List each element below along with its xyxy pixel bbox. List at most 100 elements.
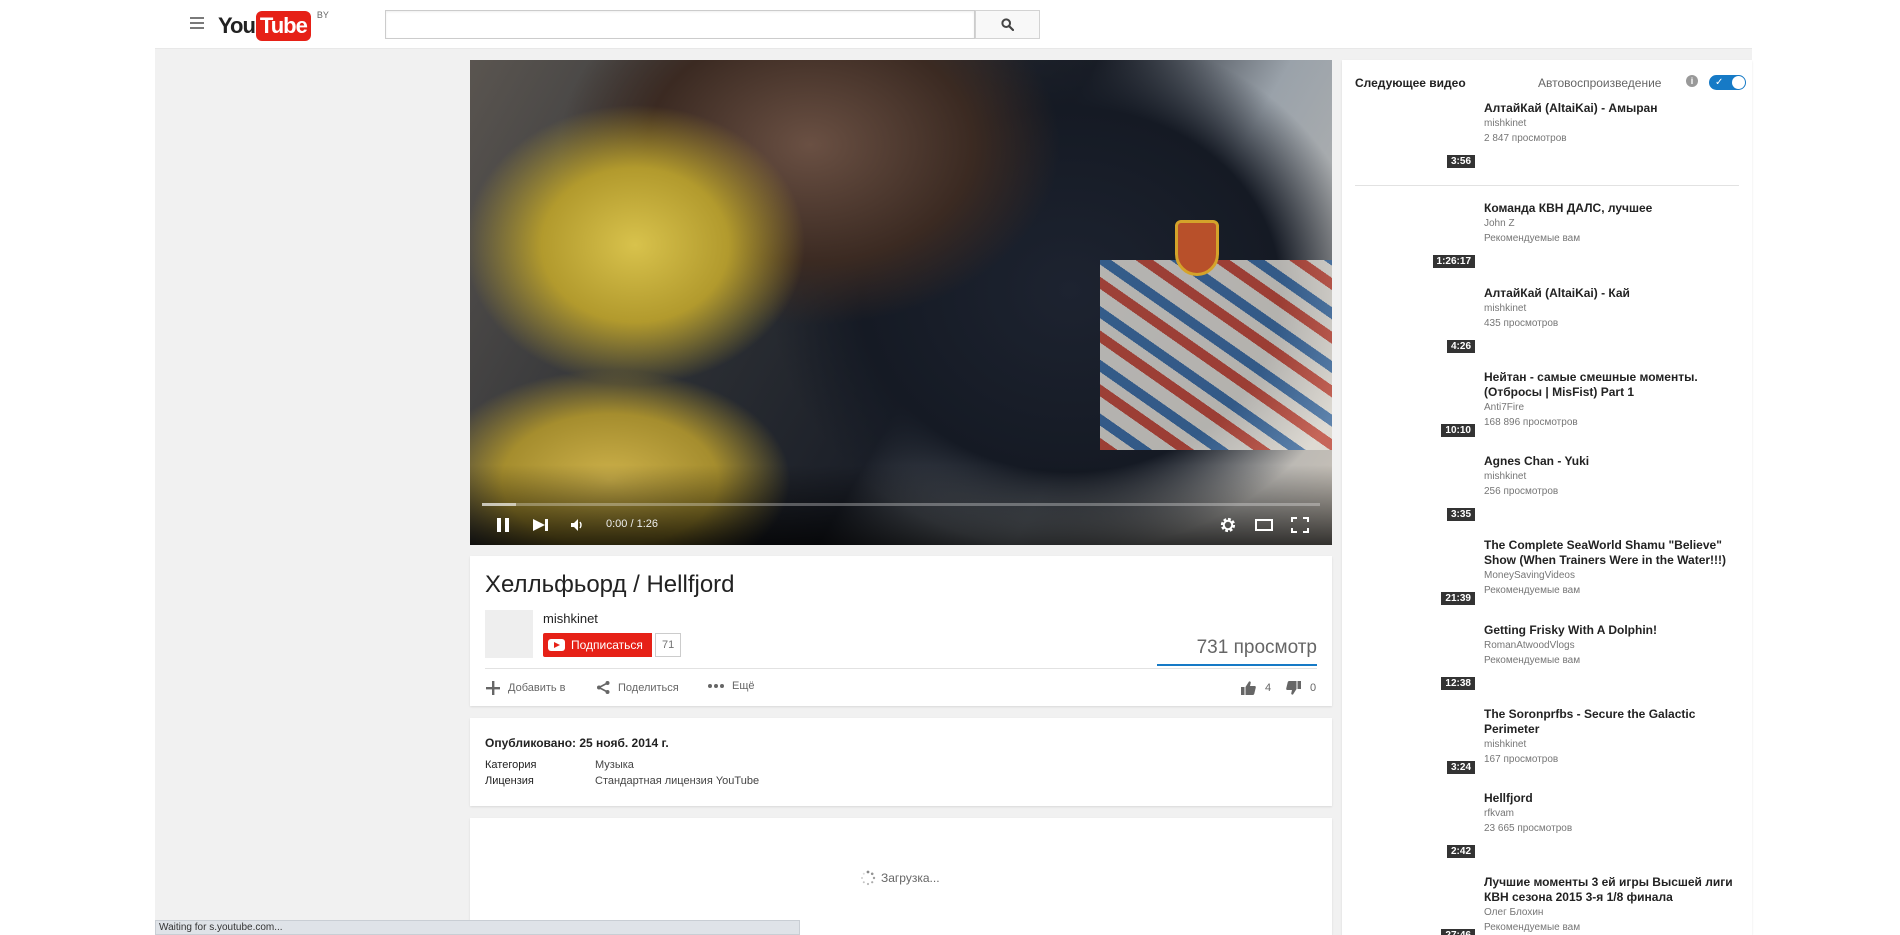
share-button[interactable]: Поделиться: [596, 680, 679, 695]
video-thumbnail[interactable]: 3:24: [1355, 707, 1475, 774]
video-thumbnail[interactable]: 21:39: [1355, 538, 1475, 605]
spinner-icon: [861, 870, 876, 886]
info-icon[interactable]: i: [1686, 75, 1698, 87]
related-video-channel: RomanAtwoodVlogs: [1484, 640, 1575, 651]
related-video-meta: 2 847 просмотров: [1484, 133, 1567, 144]
fullscreen-button[interactable]: [1289, 514, 1311, 536]
browser-status-bar: Waiting for s.youtube.com...: [155, 920, 800, 935]
publish-date: Опубликовано: 25 нояб. 2014 г.: [485, 736, 669, 750]
category-value[interactable]: Музыка: [595, 759, 634, 771]
youtube-play-icon: [548, 639, 565, 651]
thumbs-up-icon: [1241, 681, 1256, 695]
comments-loading: Загрузка...: [860, 870, 940, 886]
time-display: 0:00 / 1:26: [606, 518, 658, 530]
volume-icon: [571, 519, 582, 531]
related-video-meta: Рекомендуемые вам: [1484, 655, 1581, 666]
video-frame-pattern: [1100, 260, 1332, 450]
related-video-meta: 167 просмотров: [1484, 754, 1559, 765]
related-video-title[interactable]: АлтайКай (AltaiKai) - Амыран: [1484, 101, 1744, 116]
video-duration: 3:56: [1446, 155, 1475, 168]
toggle-knob: [1732, 76, 1745, 89]
youtube-logo[interactable]: You Tube BY: [218, 10, 329, 41]
view-count: 731 просмотр: [1196, 637, 1317, 658]
video-frame-badge: [1175, 220, 1219, 276]
license-value: Стандартная лицензия YouTube: [595, 775, 760, 787]
settings-button[interactable]: [1217, 514, 1239, 536]
license-label: Лицензия: [485, 775, 534, 787]
progress-bar[interactable]: [482, 503, 1320, 506]
search-input[interactable]: [385, 10, 975, 39]
related-video-title[interactable]: Нейтан - самые смешные моменты. (Отбросы…: [1484, 370, 1744, 400]
video-thumbnail[interactable]: 10:10: [1355, 370, 1475, 437]
like-button[interactable]: 4: [1240, 680, 1271, 696]
description-card: Опубликовано: 25 нояб. 2014 г. Категория…: [470, 718, 1332, 806]
pause-button[interactable]: [492, 514, 514, 536]
related-video-title[interactable]: Hellfjord: [1484, 791, 1744, 806]
related-video-channel: mishkinet: [1484, 471, 1527, 482]
channel-avatar[interactable]: [485, 610, 533, 658]
related-video-item[interactable]: 27:46 Лучшие моменты 3 ей игры Высшей лиг…: [1355, 875, 1745, 935]
subscribe-button[interactable]: Подписаться: [543, 633, 652, 657]
related-video-title[interactable]: Лучшие моменты 3 ей игры Высшей лиги КВН…: [1484, 875, 1744, 905]
related-video-meta: 256 просмотров: [1484, 486, 1559, 497]
logo-you: You: [218, 13, 256, 38]
related-video-title[interactable]: The Complete SeaWorld Shamu "Believe" Sh…: [1484, 538, 1744, 568]
related-video-meta: Рекомендуемые вам: [1484, 585, 1581, 596]
pause-icon: [497, 518, 509, 532]
logo-tube: Tube: [255, 11, 311, 41]
related-video-channel: Олег Блохин: [1484, 907, 1544, 918]
related-video-item[interactable]: 21:39 The Complete SeaWorld Shamu "Believ…: [1355, 538, 1745, 608]
related-video-title[interactable]: Команда КВН ДАЛС, лучшее: [1484, 201, 1744, 216]
more-button[interactable]: Ещё: [707, 680, 755, 692]
subscribe-label: Подписаться: [571, 638, 643, 652]
video-thumbnail[interactable]: 3:56: [1355, 101, 1475, 168]
video-info-card: Хелльфьорд / Hellfjord mishkinet Подписа…: [470, 556, 1332, 706]
related-video-item[interactable]: 12:38 Getting Frisky With A Dolphin! Roman…: [1355, 623, 1745, 693]
divider: [485, 668, 1317, 669]
autoplay-label: Автовоспроизведение: [1538, 76, 1662, 90]
video-duration: 21:39: [1441, 592, 1475, 605]
video-duration: 1:26:17: [1432, 255, 1475, 268]
autoplay-toggle[interactable]: ✓: [1709, 75, 1746, 90]
related-video-title[interactable]: The Soronprfbs - Secure the Galactic Per…: [1484, 707, 1744, 737]
share-label: Поделиться: [618, 681, 679, 694]
related-video-channel: mishkinet: [1484, 118, 1527, 129]
video-thumbnail[interactable]: 4:26: [1355, 286, 1475, 353]
related-video-title[interactable]: АлтайКай (AltaiKai) - Кай: [1484, 286, 1744, 301]
related-video-item[interactable]: 10:10 Нейтан - самые смешные моменты. (От…: [1355, 370, 1745, 440]
up-next-label: Следующее видео: [1355, 76, 1466, 90]
menu-icon[interactable]: [190, 17, 204, 29]
related-video-title[interactable]: Agnes Chan - Yuki: [1484, 454, 1744, 469]
masthead: You Tube BY: [155, 0, 1752, 49]
video-duration: 3:24: [1446, 761, 1475, 774]
video-thumbnail[interactable]: 27:46: [1355, 875, 1475, 935]
related-video-item[interactable]: 3:56 АлтайКай (AltaiKai) - Амыран mishkine…: [1355, 101, 1745, 171]
video-thumbnail[interactable]: 12:38: [1355, 623, 1475, 690]
related-video-title[interactable]: Getting Frisky With A Dolphin!: [1484, 623, 1744, 638]
mute-button[interactable]: [567, 514, 587, 536]
video-thumbnail[interactable]: 1:26:17: [1355, 201, 1475, 268]
dislike-button[interactable]: 0: [1285, 680, 1316, 696]
related-video-channel: mishkinet: [1484, 739, 1527, 750]
dislike-count: 0: [1310, 682, 1317, 694]
video-thumbnail[interactable]: 2:42: [1355, 791, 1475, 858]
theater-mode-button[interactable]: [1253, 514, 1275, 536]
video-thumbnail[interactable]: 3:35: [1355, 454, 1475, 521]
settings-icon: [1220, 517, 1236, 533]
category-label: Категория: [485, 759, 537, 771]
related-video-item[interactable]: 1:26:17 Команда КВН ДАЛС, лучшее John Z Рек…: [1355, 201, 1745, 271]
share-icon: [597, 681, 610, 694]
theater-icon: [1255, 519, 1273, 531]
add-to-button[interactable]: Добавить в: [485, 680, 566, 696]
related-video-item[interactable]: 3:35 Agnes Chan - Yuki mishkinet 256 просмо…: [1355, 454, 1745, 524]
video-player[interactable]: 0:00 / 1:26: [470, 60, 1332, 545]
related-video-item[interactable]: 2:42 Hellfjord rfkvam 23 665 просмотров: [1355, 791, 1745, 861]
thumbs-down-icon: [1286, 681, 1301, 695]
search-button[interactable]: [975, 10, 1040, 39]
related-video-item[interactable]: 4:26 АлтайКай (AltaiKai) - Кай mishkinet 43…: [1355, 286, 1745, 356]
country-code: BY: [316, 10, 329, 20]
related-video-item[interactable]: 3:24 The Soronprfbs - Secure the Galactic…: [1355, 707, 1745, 777]
next-button[interactable]: [530, 514, 552, 536]
channel-name[interactable]: mishkinet: [543, 611, 598, 626]
related-video-channel: rfkvam: [1484, 808, 1514, 819]
